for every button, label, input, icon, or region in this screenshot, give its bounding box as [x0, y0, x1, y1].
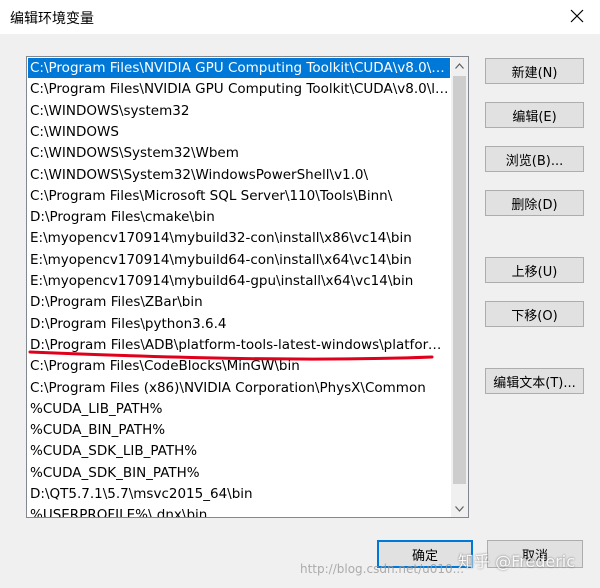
new-button[interactable]: 新建(N) [485, 58, 584, 84]
browse-button[interactable]: 浏览(B)... [485, 146, 584, 172]
red-underline-annotation [28, 350, 434, 361]
edit-button[interactable]: 编辑(E) [485, 102, 584, 128]
watermark: 知乎 @Frederic [458, 552, 576, 571]
delete-button[interactable]: 删除(D) [485, 190, 584, 216]
edit-text-button[interactable]: 编辑文本(T)... [485, 368, 584, 394]
move-up-button[interactable]: 上移(U) [485, 257, 584, 283]
move-down-button[interactable]: 下移(O) [485, 301, 584, 327]
watermark-url: http://blog.csdn.net/u010... [300, 562, 465, 576]
